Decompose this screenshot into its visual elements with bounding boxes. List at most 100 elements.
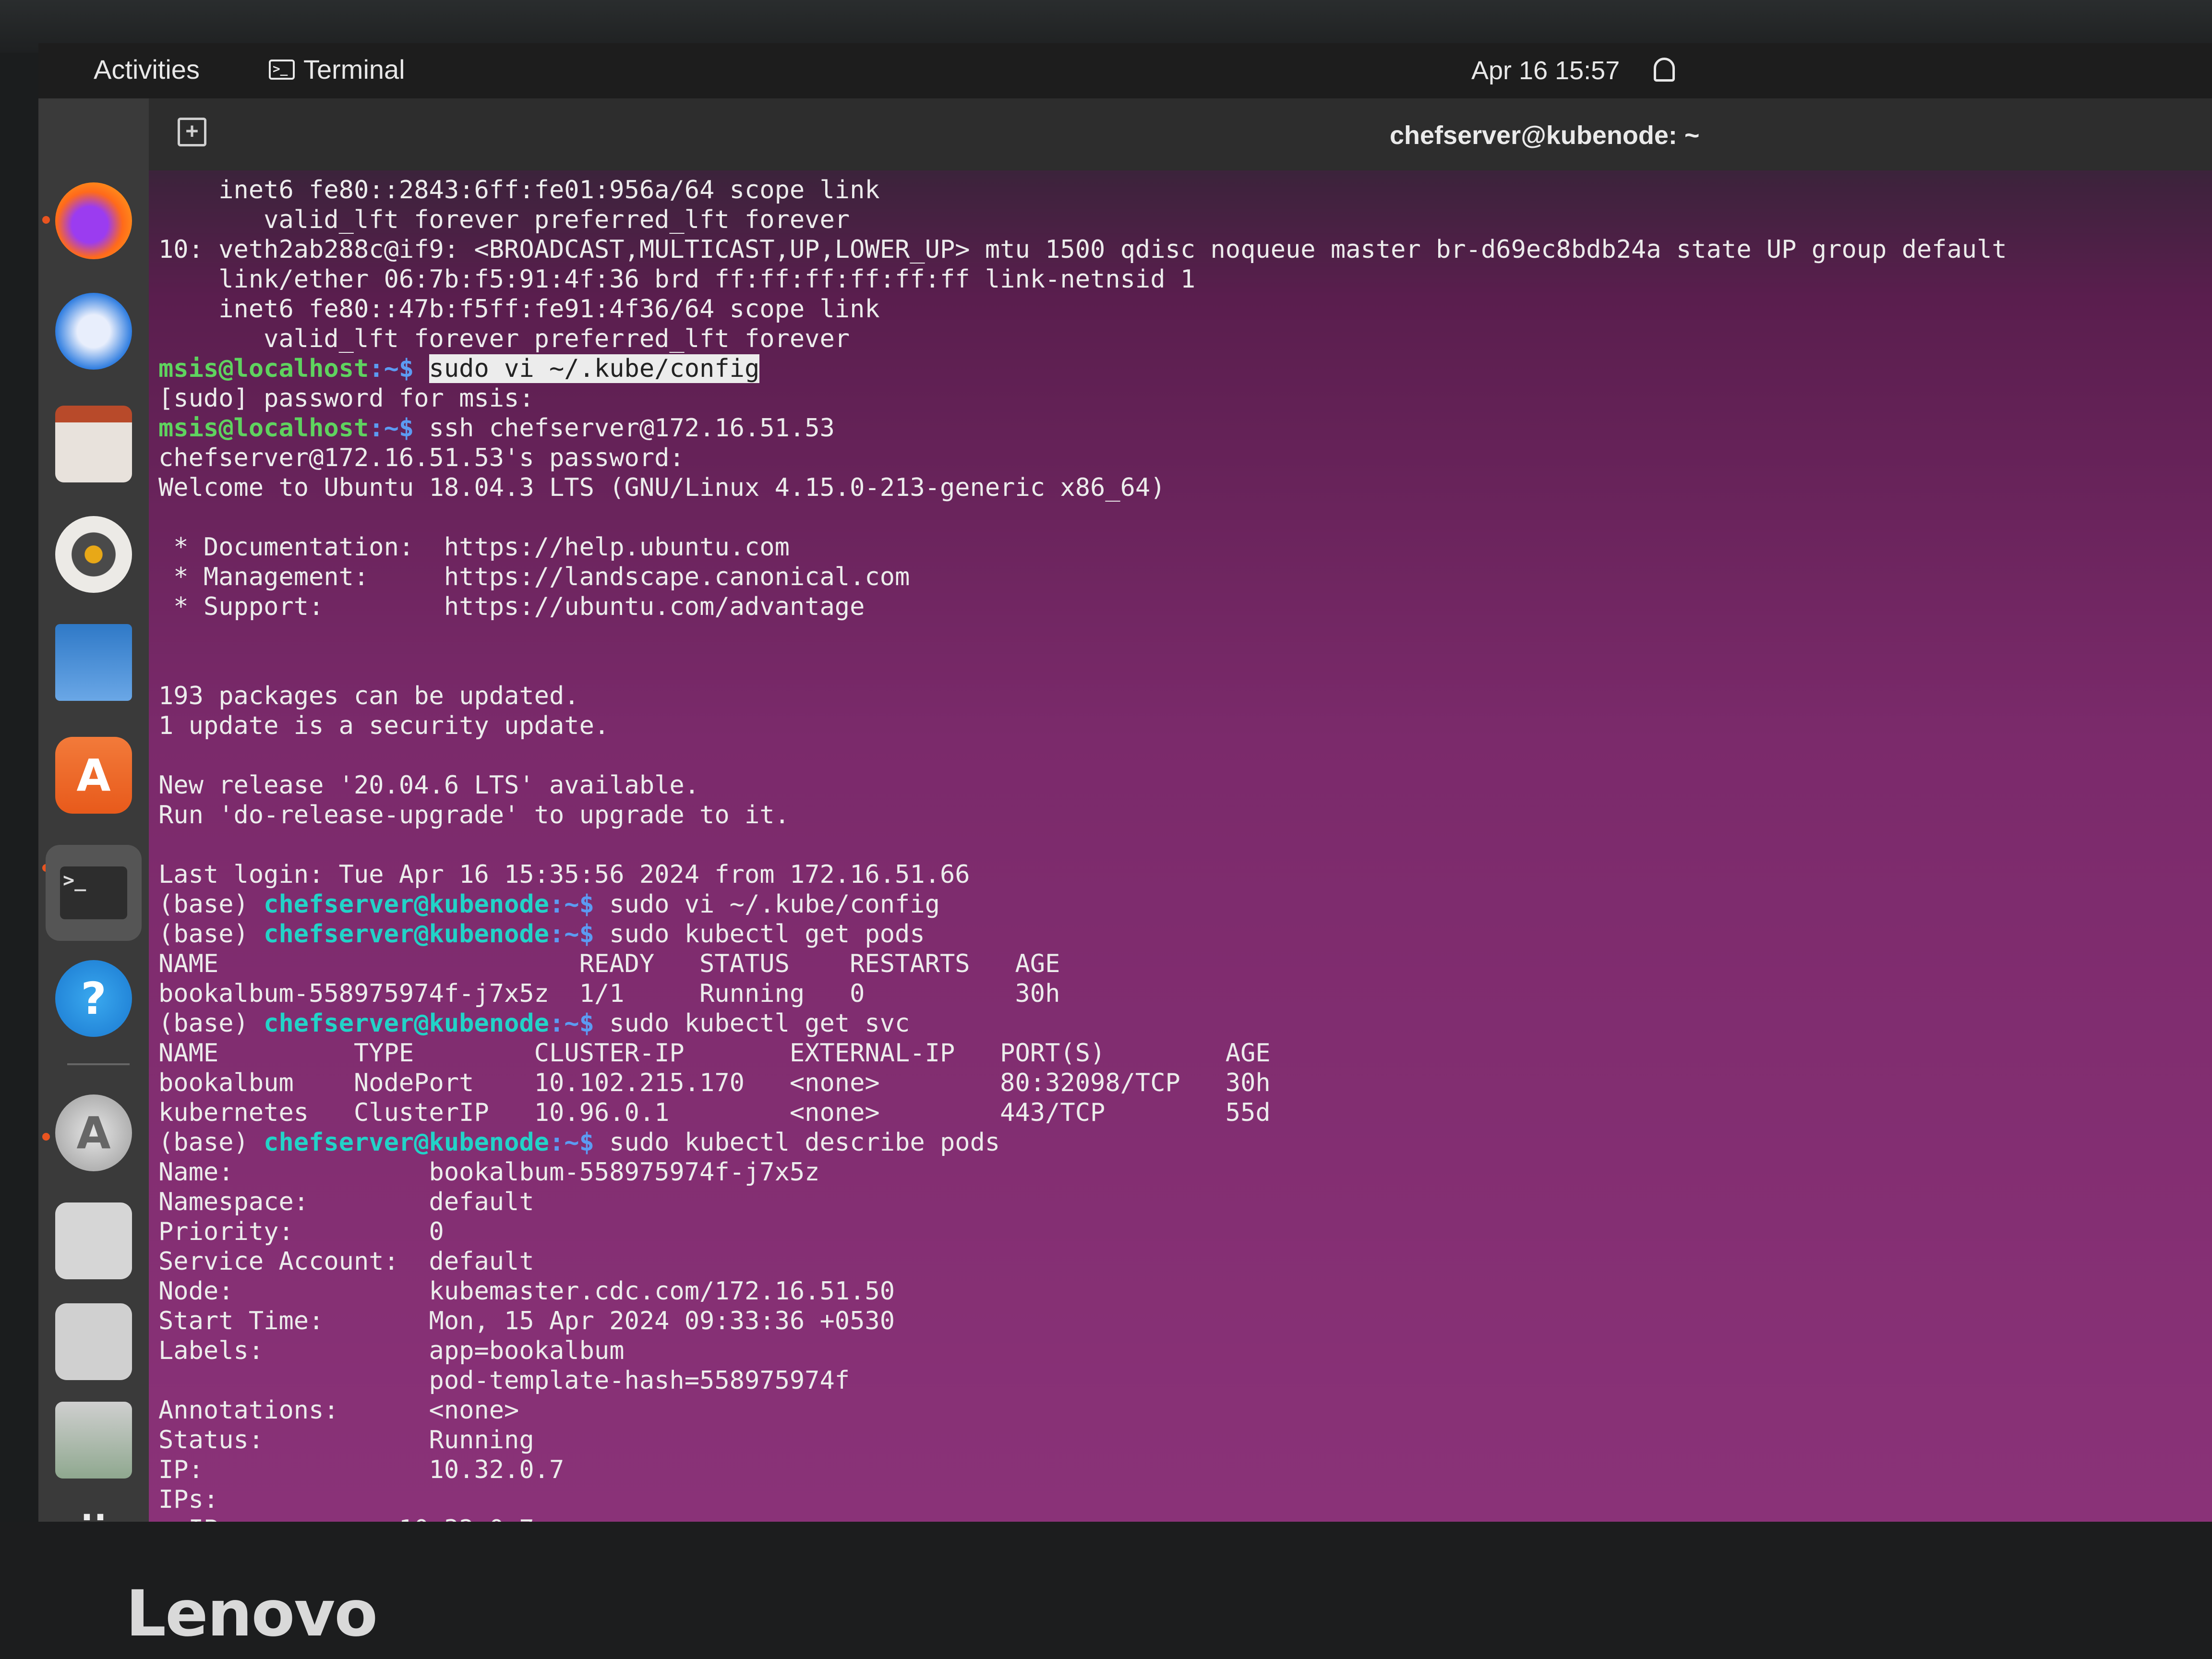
help-icon[interactable]: ?	[55, 960, 132, 1037]
prompt-path: :~$	[369, 414, 414, 443]
terminal-line: IP: 10.32.0.7	[158, 1455, 565, 1484]
terminal-line: Welcome to Ubuntu 18.04.3 LTS (GNU/Linux…	[158, 473, 1166, 502]
table-row: NAME READY STATUS RESTARTS AGE	[158, 950, 1060, 978]
dock-separator	[67, 1063, 130, 1065]
terminal-line: valid_lft forever preferred_lft forever	[158, 325, 850, 353]
terminal-line: inet6 fe80::2843:6ff:fe01:956a/64 scope …	[158, 176, 880, 204]
terminal-line: * Support: https://ubuntu.com/advantage	[158, 592, 865, 621]
terminal-line: link/ether 06:7b:f5:91:4f:36 brd ff:ff:f…	[158, 265, 1196, 294]
terminal-line: Run 'do-release-upgrade' to upgrade to i…	[158, 801, 790, 830]
brand-logo: Lenovo	[126, 1577, 378, 1651]
terminal-line: IPs:	[158, 1485, 219, 1514]
app-menu-label: Terminal	[303, 54, 405, 84]
terminal-line: pod-template-hash=558975974f	[158, 1366, 850, 1395]
table-row: bookalbum-558975974f-j7x5z 1/1 Running 0…	[158, 979, 1060, 1008]
disk-icon[interactable]	[55, 1303, 132, 1380]
terminal-icon[interactable]: >_	[46, 845, 142, 941]
terminal-line: [sudo] password for msis:	[158, 384, 534, 413]
terminal-line: Priority: 0	[158, 1217, 444, 1246]
terminal-output[interactable]: inet6 fe80::2843:6ff:fe01:956a/64 scope …	[158, 175, 2203, 1522]
prompt-user: chefserver@kubenode	[264, 920, 549, 949]
terminal-line: New release '20.04.6 LTS' available.	[158, 771, 700, 800]
prompt-line: (base) chefserver@kubenode:~$ sudo kubec…	[158, 919, 2203, 949]
prompt-line: msis@localhost:~$ ssh chefserver@172.16.…	[158, 413, 2203, 443]
activities-button[interactable]: Activities	[94, 54, 200, 85]
disk-icon[interactable]	[55, 1202, 132, 1279]
writer-icon[interactable]	[55, 624, 132, 701]
terminal-line: Namespace: default	[158, 1188, 534, 1216]
window-titlebar[interactable]: + chefserver@kubenode: ~	[149, 98, 2212, 170]
terminal-glyph: >_	[60, 866, 127, 919]
terminal-line: IP: 10.32.0.7	[158, 1515, 2203, 1522]
prompt-user: chefserver@kubenode	[264, 1128, 549, 1157]
terminal-line: Status: Running	[158, 1426, 534, 1455]
prompt-env: (base)	[158, 1009, 264, 1038]
prompt-line: (base) chefserver@kubenode:~$ sudo kubec…	[158, 1128, 2203, 1157]
terminal-line: 10: veth2ab288c@if9: <BROADCAST,MULTICAS…	[158, 235, 2007, 264]
prompt-path: :~$	[369, 354, 414, 383]
top-bar: Activities >_ Terminal Apr 16 15:57	[38, 43, 2212, 98]
window-title: chefserver@kubenode: ~	[1390, 121, 1700, 150]
bell-icon[interactable]	[1654, 58, 1675, 82]
running-indicator	[42, 216, 50, 224]
terminal-line: Name: bookalbum-558975974f-j7x5z	[158, 1158, 820, 1187]
firefox-icon[interactable]	[55, 182, 132, 259]
prompt-env: (base)	[158, 890, 264, 919]
terminal-line: Annotations: <none>	[158, 1396, 519, 1425]
command-text: sudo vi ~/.kube/config	[609, 890, 940, 919]
terminal-line: * Documentation: https://help.ubuntu.com	[158, 533, 790, 562]
dock: A >_ ? A ∷	[38, 98, 149, 1522]
command-text: sudo kubectl get svc	[609, 1009, 910, 1038]
terminal-line: Labels: app=bookalbum	[158, 1336, 625, 1365]
command-text: sudo kubectl get pods	[609, 920, 925, 949]
terminal-window[interactable]: + chefserver@kubenode: ~ inet6 fe80::284…	[149, 98, 2212, 1522]
updater-icon[interactable]: A	[55, 1094, 132, 1171]
clock[interactable]: Apr 16 15:57	[1471, 56, 1620, 85]
rhythmbox-icon[interactable]	[55, 516, 132, 593]
new-tab-icon[interactable]: +	[178, 118, 206, 146]
prompt-path: :~$	[549, 890, 594, 919]
terminal-line: valid_lft forever preferred_lft forever	[158, 205, 850, 234]
table-row: kubernetes ClusterIP 10.96.0.1 <none> 44…	[158, 1098, 1271, 1127]
terminal-line: 193 packages can be updated.	[158, 682, 579, 710]
prompt-env: (base)	[158, 920, 264, 949]
prompt-user: chefserver@kubenode	[264, 1009, 549, 1038]
prompt-user: msis@localhost	[158, 354, 369, 383]
prompt-env: (base)	[158, 1128, 264, 1157]
prompt-path: :~$	[549, 1009, 594, 1038]
prompt-line: msis@localhost:~$ sudo vi ~/.kube/config	[158, 354, 2203, 384]
prompt-path: :~$	[549, 1128, 594, 1157]
thunderbird-icon[interactable]	[55, 293, 132, 370]
table-row: NAME TYPE CLUSTER-IP EXTERNAL-IP PORT(S)…	[158, 1039, 1271, 1068]
command-text: sudo vi ~/.kube/config	[429, 354, 760, 383]
screen: Activities >_ Terminal Apr 16 15:57 A >_…	[38, 43, 2212, 1522]
prompt-user: msis@localhost	[158, 414, 369, 443]
command-text: ssh chefserver@172.16.51.53	[429, 414, 835, 443]
prompt-line: (base) chefserver@kubenode:~$ sudo kubec…	[158, 1009, 2203, 1038]
files-icon[interactable]	[55, 406, 132, 482]
terminal-line: 1 update is a security update.	[158, 711, 610, 740]
app-menu[interactable]: >_ Terminal	[269, 54, 405, 85]
terminal-line: Service Account: default	[158, 1247, 534, 1276]
trash-icon[interactable]	[55, 1402, 132, 1479]
prompt-user: chefserver@kubenode	[264, 890, 549, 919]
prompt-line: (base) chefserver@kubenode:~$ sudo vi ~/…	[158, 890, 2203, 919]
table-row: bookalbum NodePort 10.102.215.170 <none>…	[158, 1069, 1271, 1097]
running-indicator	[42, 1133, 50, 1141]
terminal-icon: >_	[269, 59, 295, 80]
app-grid-icon[interactable]: ∷	[55, 1486, 132, 1522]
software-icon[interactable]: A	[55, 737, 132, 814]
terminal-line: * Management: https://landscape.canonica…	[158, 563, 910, 591]
command-text: sudo kubectl describe pods	[609, 1128, 1000, 1157]
terminal-line: chefserver@172.16.51.53's password:	[158, 444, 685, 472]
terminal-line: inet6 fe80::47b:f5ff:fe91:4f36/64 scope …	[158, 295, 880, 324]
terminal-line: Last login: Tue Apr 16 15:35:56 2024 fro…	[158, 860, 970, 889]
terminal-line: Node: kubemaster.cdc.com/172.16.51.50	[158, 1277, 895, 1306]
terminal-line: Start Time: Mon, 15 Apr 2024 09:33:36 +0…	[158, 1307, 895, 1335]
prompt-path: :~$	[549, 920, 594, 949]
